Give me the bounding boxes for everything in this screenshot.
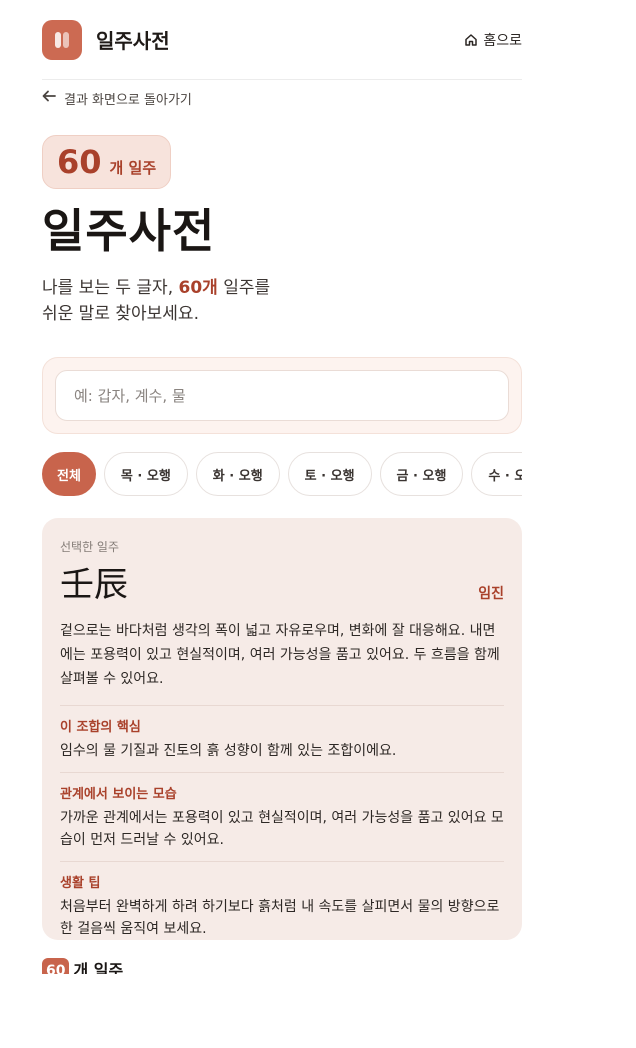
page-subtitle: 나를 보는 두 글자, 60개 일주를 쉬운 말로 찾아보세요. — [42, 275, 522, 327]
section-relationship: 관계에서 보이는 모습 가까운 관계에서는 포용력이 있고 현실적이며, 여러 … — [60, 773, 504, 862]
subtitle-prefix: 나를 보는 두 글자, — [42, 278, 179, 298]
filter-chip-wood[interactable]: 목 · 오행 — [103, 452, 188, 496]
count-number: 60 — [57, 143, 102, 181]
list-count-text: 개 일주 — [73, 961, 124, 974]
section-title: 관계에서 보이는 모습 — [60, 787, 177, 802]
home-link[interactable]: 홈으로 — [464, 30, 522, 50]
filter-chip-water[interactable]: 수 · 오행 — [471, 452, 522, 496]
pillar-reading: 임진 — [478, 586, 504, 602]
logo-icon — [42, 19, 82, 60]
subtitle-suffix: 일주를 — [217, 278, 271, 298]
section-title: 생활 팁 — [60, 876, 101, 891]
home-label: 홈으로 — [483, 32, 522, 49]
subtitle-highlight: 60개 — [178, 278, 218, 298]
section-title: 이 조합의 핵심 — [60, 720, 141, 735]
card-kicker: 선택한 일주 — [60, 540, 120, 554]
subtitle-line2: 쉬운 말로 찾아보세요. — [42, 304, 199, 324]
card-title-row: 壬辰 임진 — [60, 563, 504, 607]
page-title: 일주사전 — [42, 204, 216, 258]
section-body: 가까운 관계에서는 포용력이 있고 현실적이며, 여러 가능성을 품고 있어요 … — [60, 810, 504, 848]
section-body: 임수의 물 기질과 진토의 흙 성향이 함께 있는 조합이에요. — [60, 743, 397, 759]
count-unit: 개 일주 — [109, 159, 157, 177]
filter-chip-fire[interactable]: 화 · 오행 — [195, 452, 280, 496]
filter-chip-all[interactable]: 전체 — [42, 452, 96, 496]
list-heading-peek: 60 개 일주 — [42, 958, 242, 974]
brand-name: 일주사전 — [96, 29, 170, 53]
filter-chip-earth[interactable]: 토 · 오행 — [287, 452, 372, 496]
section-core: 이 조합의 핵심 임수의 물 기질과 진토의 흙 성향이 함께 있는 조합이에요… — [60, 706, 504, 773]
search-input[interactable] — [55, 370, 509, 421]
count-badge: 60 개 일주 — [42, 135, 172, 189]
page-container: 일주사전 홈으로 결과 화면으로 돌아가기 60 개 일주 일주사전 나를 보는… — [42, 0, 522, 940]
search-box — [42, 357, 522, 434]
back-link-label: 결과 화면으로 돌아가기 — [64, 92, 192, 108]
section-body: 처음부터 완벽하게 하려 하기보다 흙처럼 내 속도를 살피면서 물의 방향으로… — [60, 899, 500, 937]
pillar-description: 겉으로는 바다처럼 생각의 폭이 넓고 자유로우며, 변화에 잘 대응해요. 내… — [60, 619, 504, 706]
brand[interactable]: 일주사전 — [42, 19, 170, 60]
filter-chip-metal[interactable]: 금 · 오행 — [379, 452, 464, 496]
section-tip: 생활 팁 처음부터 완벽하게 하려 하기보다 흙처럼 내 속도를 살피면서 물의… — [60, 862, 504, 950]
arrow-left-icon — [42, 90, 56, 106]
pillar-hanja: 壬辰 — [60, 565, 128, 605]
back-link[interactable]: 결과 화면으로 돌아가기 — [42, 90, 522, 108]
app-header: 일주사전 홈으로 — [42, 0, 522, 80]
element-filter-chips: 전체 목 · 오행 화 · 오행 토 · 오행 금 · 오행 수 · 오행 — [42, 452, 522, 496]
home-icon — [464, 33, 478, 47]
selected-pillar-card: 선택한 일주 壬辰 임진 겉으로는 바다처럼 생각의 폭이 넓고 자유로우며, … — [42, 518, 522, 940]
list-count-badge: 60 — [42, 958, 70, 974]
